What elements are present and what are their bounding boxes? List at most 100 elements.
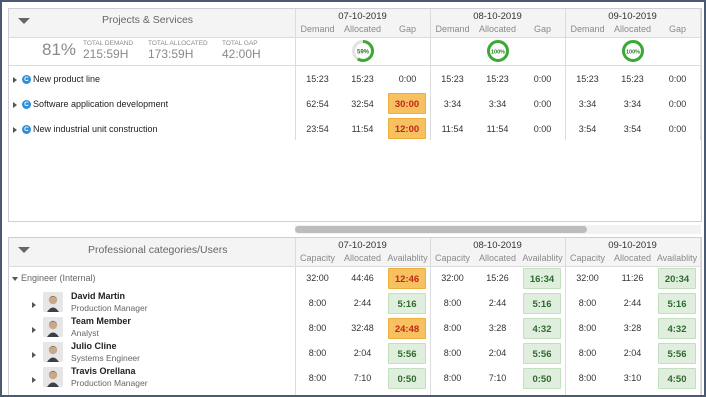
user-cell: 7:10 (488, 373, 507, 383)
col-demand: Demand (435, 24, 470, 34)
total-allocated-label: TOTAL ALLOCATED (148, 40, 208, 47)
project-cell: 11:54 (441, 124, 464, 134)
expand-icon[interactable] (13, 126, 17, 133)
project-cell: 15:23 (351, 74, 374, 84)
user-cell: 8:00 (443, 373, 462, 383)
project-cell: 0:00 (398, 74, 417, 84)
project-cell: 15:23 (441, 74, 464, 84)
progress-ring-3: 100% (622, 40, 644, 62)
horizontal-scrollbar-thumb[interactable] (295, 226, 587, 233)
availability-badge: 5:56 (523, 343, 561, 364)
total-demand-value: 215:59H (83, 47, 129, 61)
project-row-software-application-development[interactable]: C Software application development (13, 99, 169, 110)
expand-user-icon[interactable] (32, 374, 41, 384)
user-row-julio-cline[interactable]: Julio Cline (71, 341, 117, 351)
project-cell: 0:00 (668, 74, 687, 84)
summary-percent: 81% (42, 40, 77, 59)
availability-badge: 4:32 (658, 318, 696, 339)
user-cell: 2:44 (488, 298, 507, 308)
user-role: Analyst (71, 328, 99, 338)
category-name: Engineer (Internal) (21, 273, 96, 283)
availability-badge: 24:48 (388, 318, 426, 339)
col-capacity: Capacity (569, 253, 605, 263)
availability-badge: 5:16 (388, 293, 426, 314)
user-role: Systems Engineer (71, 353, 140, 363)
avatar (43, 367, 63, 387)
project-icon: C (22, 125, 31, 135)
col-capacity: Capacity (434, 253, 470, 263)
user-row-travis-orellana[interactable]: Travis Orellana (71, 366, 136, 376)
project-cell: 15:23 (486, 74, 509, 84)
app-frame: Projects & Services 07-10-2019 08-10-201… (0, 0, 706, 397)
gap-badge: 30:00 (388, 93, 426, 114)
user-cell: 2:44 (623, 298, 642, 308)
col-gap: Gap (533, 24, 551, 34)
project-cell: 11:54 (351, 124, 374, 134)
user-cell: 3:28 (488, 323, 507, 333)
user-cell: 32:00 (306, 273, 329, 283)
project-row-new-industrial-unit-construction[interactable]: C New industrial unit construction (13, 124, 158, 135)
availability-badge: 5:16 (523, 293, 561, 314)
user-cell: 32:48 (351, 323, 374, 333)
user-cell: 2:44 (353, 298, 372, 308)
col-demand: Demand (570, 24, 605, 34)
user-cell: 11:26 (621, 273, 644, 283)
user-row-team-member[interactable]: Team Member (71, 316, 131, 326)
progress-ring-1: 59% (352, 40, 374, 62)
users-title: Professional categories/Users (88, 244, 228, 256)
user-cell: 8:00 (308, 348, 327, 358)
gap-badge: 12:00 (388, 118, 426, 139)
project-icon: C (22, 75, 31, 85)
project-name: New product line (33, 74, 101, 84)
total-demand-label: TOTAL DEMAND (83, 40, 134, 47)
user-row-david-martin[interactable]: David Martin (71, 291, 125, 301)
project-cell: 3:34 (443, 99, 462, 109)
user-cell: 8:00 (308, 373, 327, 383)
collapse-icon[interactable] (12, 276, 18, 281)
project-cell: 0:00 (668, 124, 687, 134)
progress-ring-2: 100% (487, 40, 509, 62)
collapse-users-icon[interactable] (18, 247, 30, 253)
user-cell: 8:00 (578, 348, 597, 358)
col-allocated: Allocated (613, 253, 652, 263)
project-row-new-product-line[interactable]: C New product line (13, 74, 101, 85)
col-allocated: Allocated (613, 24, 652, 34)
availability-badge: 0:50 (388, 368, 426, 389)
availability-badge: 16:34 (523, 268, 561, 289)
expand-user-icon[interactable] (32, 324, 41, 334)
col-availability: Availablity (522, 253, 563, 263)
projects-date-1: 07-10-2019 (338, 11, 387, 22)
user-cell: 8:00 (443, 323, 462, 333)
expand-user-icon[interactable] (32, 299, 41, 309)
expand-icon[interactable] (13, 101, 17, 108)
avatar (43, 292, 63, 312)
category-engineer-internal[interactable]: Engineer (Internal) (12, 273, 96, 283)
user-cell: 3:28 (623, 323, 642, 333)
user-cell: 32:00 (441, 273, 464, 283)
collapse-projects-icon[interactable] (18, 18, 30, 24)
user-cell: 32:00 (576, 273, 599, 283)
avatar (43, 317, 63, 337)
expand-icon[interactable] (13, 76, 17, 83)
project-name: Software application development (33, 99, 169, 109)
projects-date-2: 08-10-2019 (473, 11, 522, 22)
project-cell: 11:54 (486, 124, 509, 134)
project-icon: C (22, 100, 31, 110)
avatar (43, 342, 63, 362)
projects-title: Projects & Services (102, 14, 194, 26)
project-cell: 3:34 (578, 99, 597, 109)
col-capacity: Capacity (299, 253, 335, 263)
expand-user-icon[interactable] (32, 349, 41, 359)
col-allocated: Allocated (343, 24, 382, 34)
col-gap: Gap (668, 24, 686, 34)
project-cell: 3:34 (488, 99, 507, 109)
user-role: Production Manager (71, 378, 148, 388)
availability-badge: 4:50 (658, 368, 696, 389)
user-cell: 15:26 (486, 273, 509, 283)
ring-label-3: 100% (626, 50, 640, 56)
user-cell: 2:04 (488, 348, 507, 358)
project-cell: 0:00 (668, 99, 687, 109)
col-availability: Availablity (387, 253, 428, 263)
col-allocated: Allocated (478, 24, 517, 34)
user-role: Production Manager (71, 303, 148, 313)
